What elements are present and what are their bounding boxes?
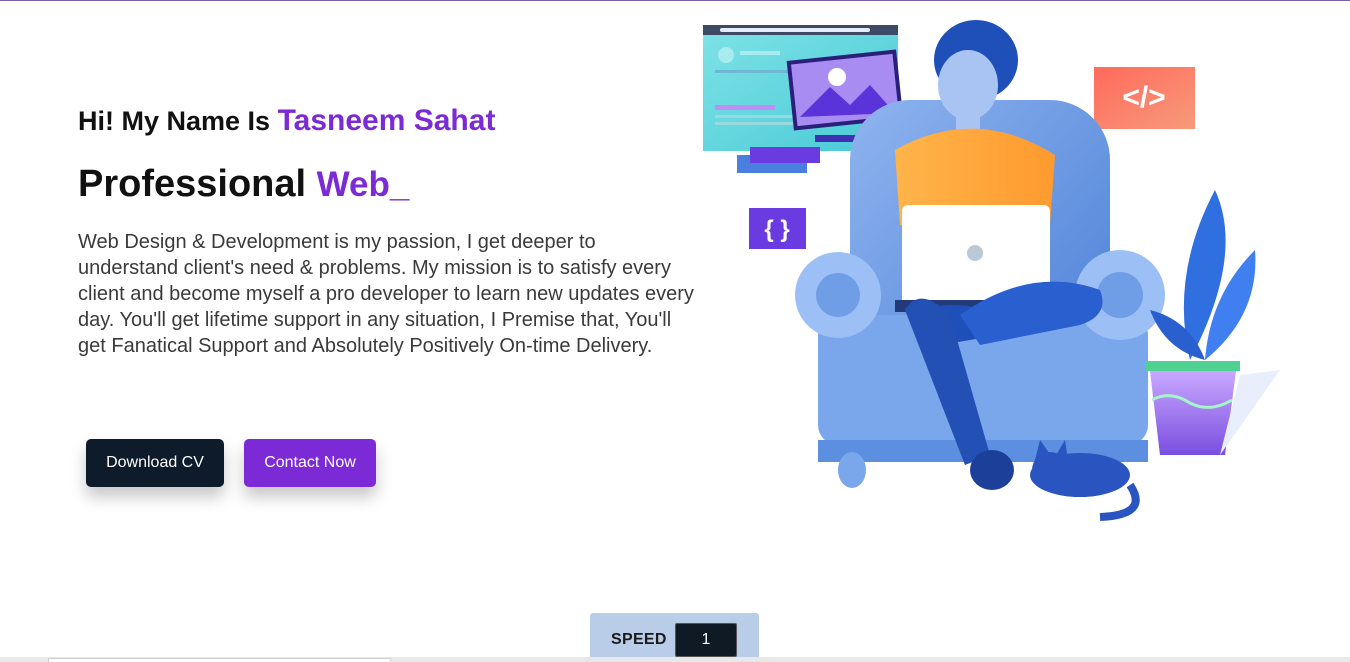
hero-headline: Professional Web_ xyxy=(78,163,409,206)
typing-cursor: _ xyxy=(389,165,410,204)
hero-illustration: </> { } xyxy=(703,20,1280,521)
scrollbar-thumb[interactable] xyxy=(48,658,391,662)
speed-control-panel: SPEED xyxy=(590,613,759,662)
braces-text: { } xyxy=(764,216,789,243)
braces-graphic: { } xyxy=(749,208,806,249)
code-tag-text: </> xyxy=(1122,81,1165,114)
hero-intro: Web Design & Development is my passion, … xyxy=(78,231,694,357)
hero-greeting: Hi! My Name Is Tasneem Sahat xyxy=(78,104,495,138)
headline-prefix: Professional xyxy=(78,163,317,205)
plant-graphic xyxy=(1146,190,1280,455)
speed-label: SPEED xyxy=(611,631,667,648)
contact-now-button[interactable]: Contact Now xyxy=(244,439,376,487)
greeting-prefix: Hi! My Name Is xyxy=(78,106,278,136)
headline-typed-text: Web xyxy=(316,165,390,204)
code-tag-graphic: </> xyxy=(1094,67,1195,129)
download-cv-button[interactable]: Download CV xyxy=(86,439,224,487)
speed-input[interactable] xyxy=(675,623,737,657)
hero-name: Tasneem Sahat xyxy=(277,104,496,137)
top-border xyxy=(0,0,1350,1)
panel-graphic-2 xyxy=(750,147,820,163)
